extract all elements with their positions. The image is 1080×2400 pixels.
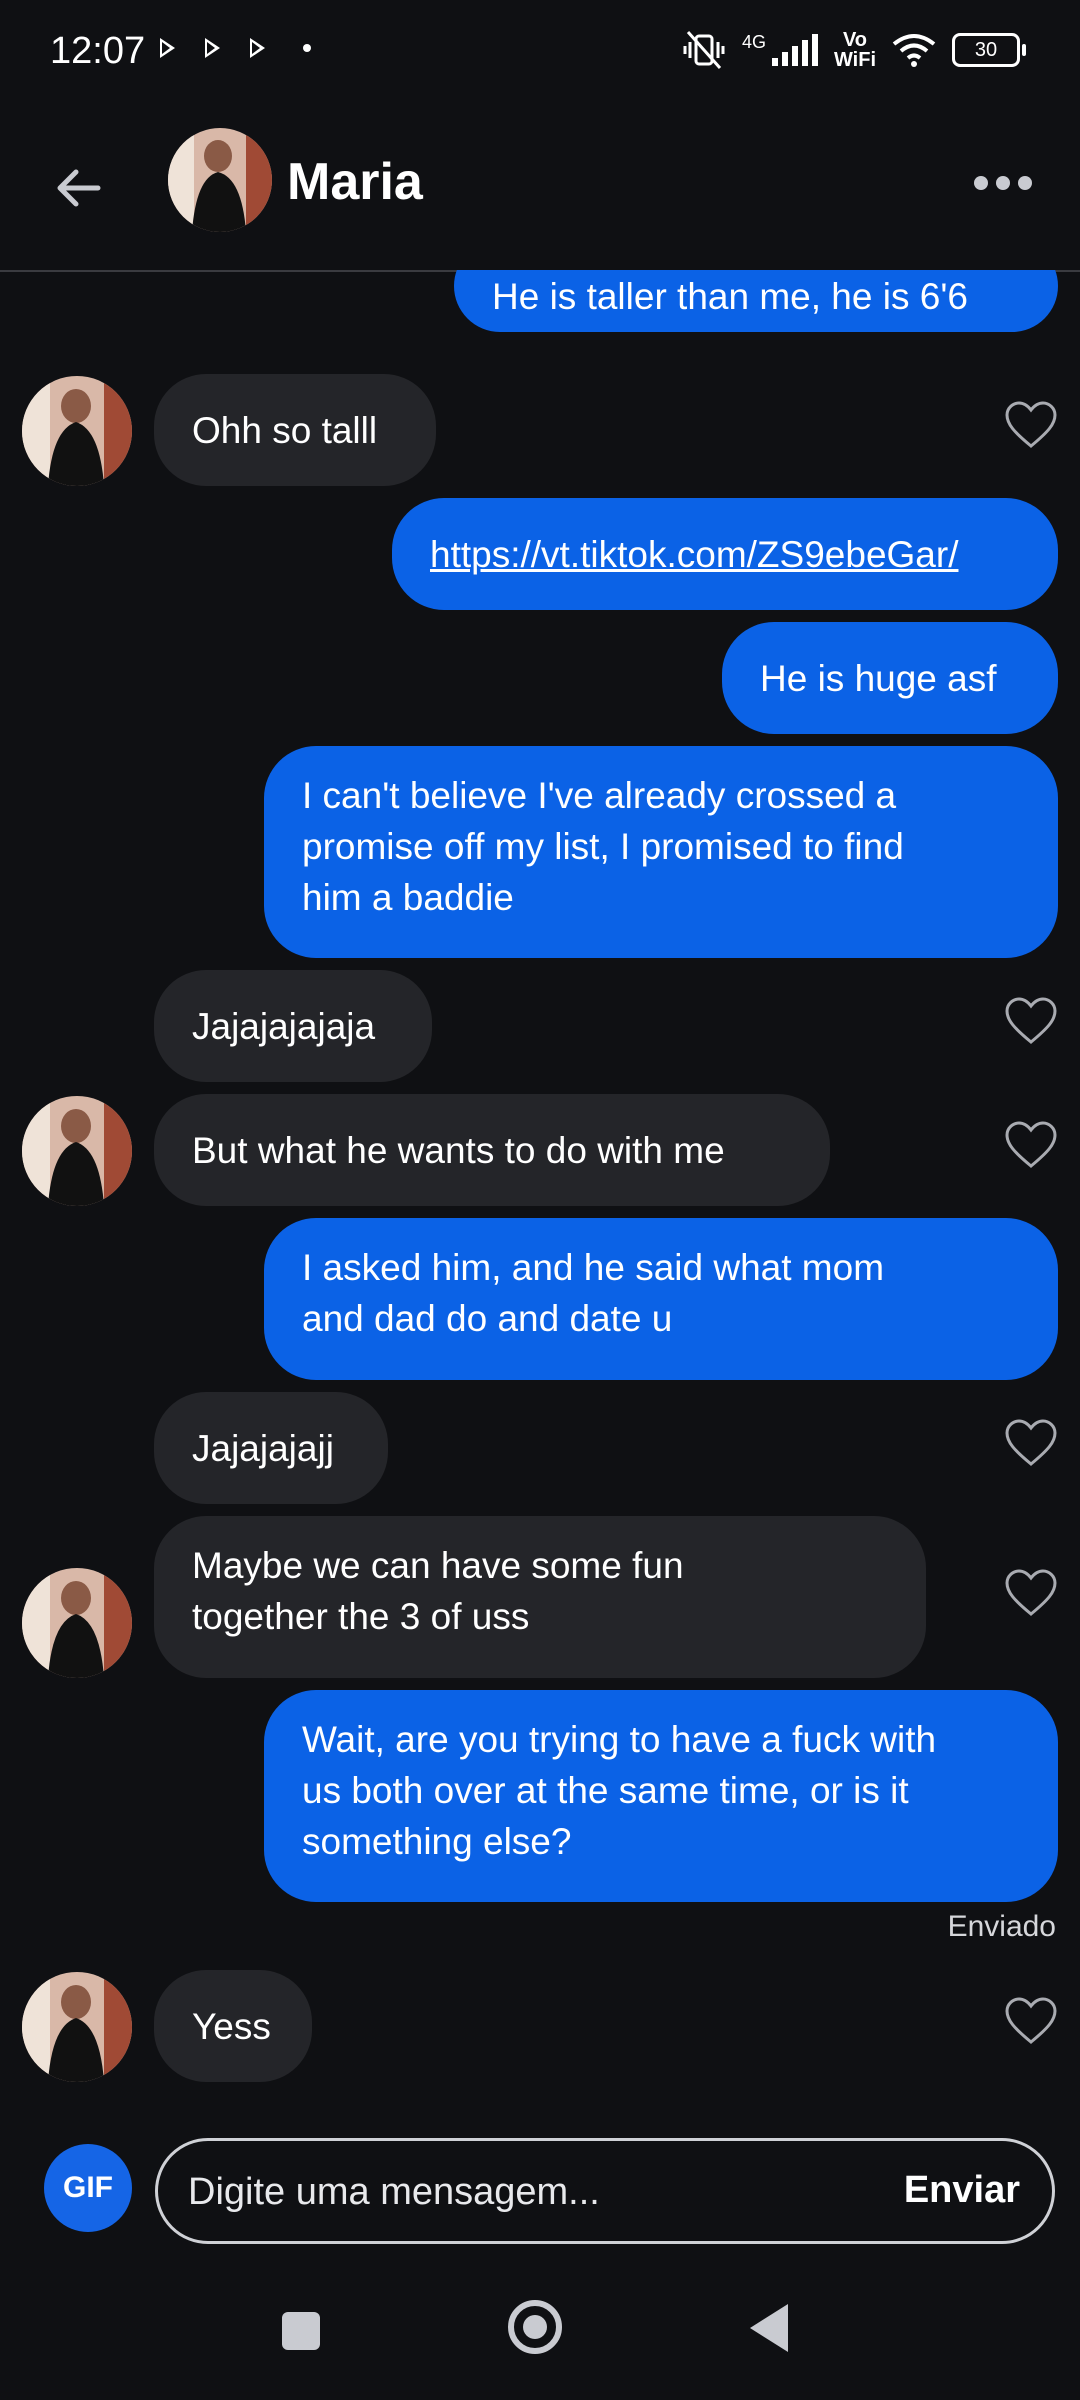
notification-icons <box>160 38 311 58</box>
heart-icon[interactable] <box>1004 1418 1058 1468</box>
contact-avatar[interactable] <box>22 1096 132 1206</box>
message-text: But what he wants to do with me <box>192 1129 725 1171</box>
vowifi-bottom: WiFi <box>833 49 876 71</box>
message-text-line: us both over at the same time, or is it <box>302 1770 909 1811</box>
message-list[interactable]: He is taller than me, he is 6'6 Ohh so t… <box>0 270 1080 2110</box>
message-composer: GIF Digite uma mensagem... Enviar <box>0 2110 1080 2260</box>
play-notification-icon <box>250 38 265 58</box>
incoming-message[interactable]: But what he wants to do with me <box>154 1094 830 1206</box>
vowifi-indicator: Vo WiFi <box>834 30 876 70</box>
outgoing-message[interactable]: https://vt.tiktok.com/ZS9ebeGar/ <box>392 498 1058 610</box>
more-notifications-dot-icon <box>303 44 311 52</box>
recent-apps-square-icon[interactable] <box>282 2312 320 2350</box>
vibrate-mute-icon <box>683 31 725 69</box>
message-text: He is taller than me, he is 6'6 <box>492 275 968 317</box>
contact-name[interactable]: Maria <box>287 152 423 212</box>
incoming-message[interactable]: Ohh so talll <box>154 374 436 486</box>
status-bar: 12:07 4G Vo WiFi 30 <box>0 0 1080 108</box>
message-text: Jajajajajaja <box>192 1005 376 1047</box>
message-text: Ohh so talll <box>192 409 378 451</box>
heart-icon[interactable] <box>1004 1568 1058 1618</box>
send-button[interactable]: Enviar <box>904 2169 1020 2212</box>
message-text-line: Maybe we can have some fun <box>192 1545 684 1586</box>
heart-icon[interactable] <box>1004 1996 1058 2046</box>
system-icons: 4G Vo WiFi 30 <box>682 30 1026 70</box>
message-status: Enviado <box>947 1910 1056 1943</box>
outgoing-message[interactable]: He is taller than me, he is 6'6 <box>454 270 1058 332</box>
contact-avatar[interactable] <box>22 376 132 486</box>
message-text-line: I can't believe I've already crossed a <box>302 775 897 816</box>
contact-avatar[interactable] <box>168 128 272 232</box>
play-notification-icon <box>205 38 220 58</box>
message-input[interactable]: Digite uma mensagem... Enviar <box>155 2138 1055 2244</box>
message-text-line: and dad do and date u <box>302 1298 673 1339</box>
heart-icon[interactable] <box>1004 996 1058 1046</box>
outgoing-message[interactable]: He is huge asf <box>722 622 1058 734</box>
contact-avatar[interactable] <box>22 1972 132 2082</box>
play-notification-icon <box>160 38 175 58</box>
chat-header: Maria <box>0 108 1080 272</box>
incoming-message[interactable]: Jajajajajj <box>154 1392 388 1504</box>
heart-icon[interactable] <box>1004 400 1058 450</box>
message-text-line: I asked him, and he said what mom <box>302 1247 885 1288</box>
message-text-line: promise off my list, I promised to find <box>302 826 904 867</box>
outgoing-message[interactable]: I asked him, and he said what mom and da… <box>264 1218 1058 1380</box>
message-text: Yess <box>192 2005 271 2047</box>
incoming-message[interactable]: Yess <box>154 1970 312 2082</box>
message-text-line: something else? <box>302 1821 572 1862</box>
message-input-placeholder: Digite uma mensagem... <box>188 2171 600 2213</box>
outgoing-message[interactable]: Wait, are you trying to have a fuck with… <box>264 1690 1058 1902</box>
message-link[interactable]: https://vt.tiktok.com/ZS9ebeGar/ <box>430 529 958 580</box>
gif-button[interactable]: GIF <box>44 2144 132 2232</box>
heart-icon[interactable] <box>1004 1120 1058 1170</box>
system-nav-bar <box>0 2260 1080 2400</box>
outgoing-message[interactable]: I can't believe I've already crossed a p… <box>264 746 1058 958</box>
message-text-line: him a baddie <box>302 877 514 918</box>
message-text-line: Wait, are you trying to have a fuck with <box>302 1719 937 1760</box>
back-triangle-icon[interactable] <box>750 2304 788 2352</box>
incoming-message[interactable]: Jajajajajaja <box>154 970 432 1082</box>
signal-bars-icon <box>771 34 818 66</box>
message-text: Jajajajajj <box>192 1427 334 1469</box>
network-type: 4G <box>741 31 766 52</box>
contact-avatar[interactable] <box>22 1568 132 1678</box>
more-horizontal-icon[interactable] <box>974 176 1032 190</box>
status-time: 12:07 <box>50 30 146 72</box>
vowifi-top: Vo <box>842 29 868 51</box>
arrow-left-icon[interactable] <box>50 160 106 216</box>
message-text-line: together the 3 of uss <box>192 1596 530 1637</box>
battery-icon: 30 <box>952 33 1026 67</box>
wifi-icon <box>892 34 936 67</box>
message-text: He is huge asf <box>760 657 997 699</box>
incoming-message[interactable]: Maybe we can have some fun together the … <box>154 1516 926 1678</box>
home-circle-icon[interactable] <box>508 2300 562 2354</box>
